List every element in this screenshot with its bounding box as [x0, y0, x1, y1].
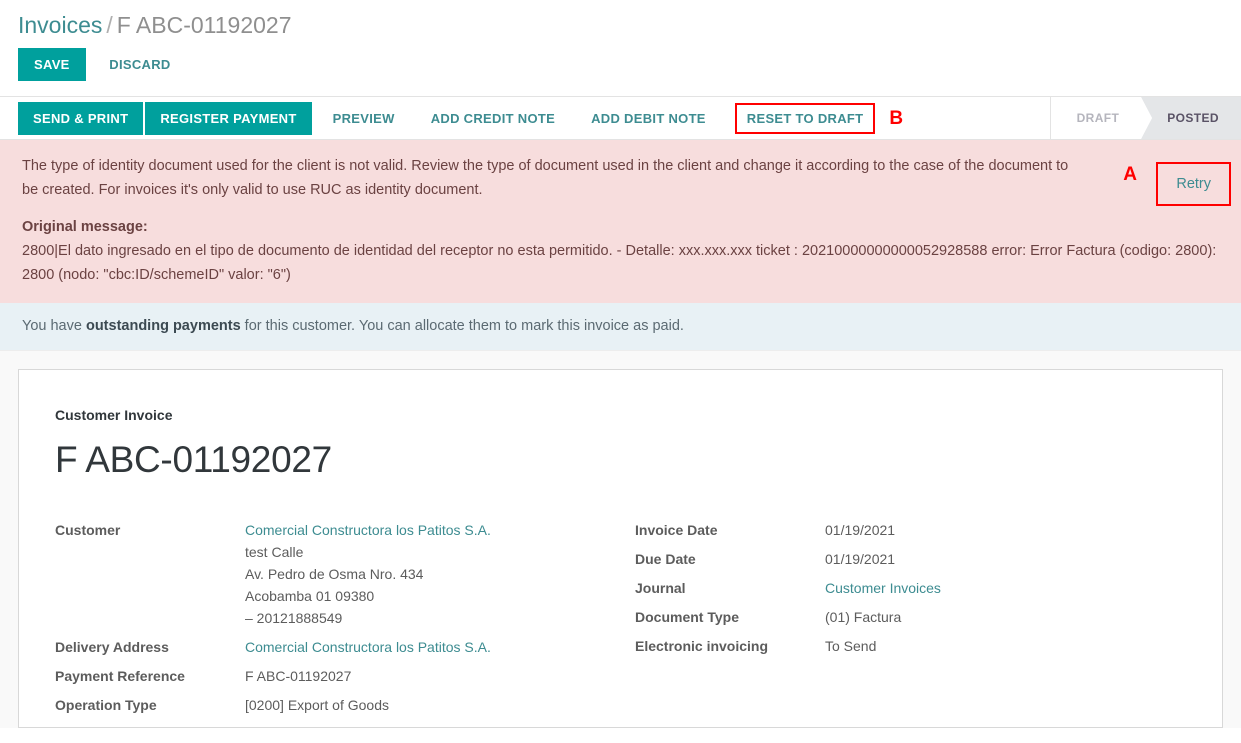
field-journal-value[interactable]: Customer Invoices [825, 577, 941, 599]
field-document-type-value[interactable]: (01) Factura [825, 606, 901, 628]
status-stage-posted[interactable]: POSTED [1141, 97, 1241, 139]
sheet-background: Customer Invoice F ABC-01192027 Customer… [0, 350, 1241, 728]
field-operation-type-label: Operation Type [55, 697, 157, 713]
field-electronic-invoicing: Electronic invoicing To Send [635, 635, 1188, 657]
discard-button[interactable]: DISCARD [99, 48, 180, 81]
action-buttons-group: SEND & PRINT REGISTER PAYMENT PREVIEW AD… [0, 97, 1050, 139]
field-payment-reference-value[interactable]: F ABC-01192027 [245, 665, 351, 687]
error-alert-message: The type of identity document used for t… [22, 158, 1069, 198]
field-delivery-address-label: Delivery Address [55, 639, 169, 655]
add-credit-note-button[interactable]: ADD CREDIT NOTE [416, 102, 570, 135]
status-stage-posted-label: POSTED [1167, 111, 1219, 125]
breadcrumb-separator: / [106, 12, 113, 38]
status-stage-draft-label: DRAFT [1076, 111, 1120, 125]
form-columns: Customer Comercial Constructora los Pati… [55, 519, 1188, 723]
save-button[interactable]: SAVE [18, 48, 86, 81]
preview-button[interactable]: PREVIEW [318, 102, 410, 135]
annotation-label-b: B [889, 107, 904, 129]
customer-vat-line: – 20121888549 [245, 610, 343, 626]
field-operation-type: Operation Type [0200] Export of Goods [55, 694, 635, 716]
customer-address-line-1: test Calle [245, 544, 304, 560]
send-and-print-button[interactable]: SEND & PRINT [18, 101, 144, 135]
outstanding-payments-alert: You have outstanding payments for this c… [0, 303, 1241, 350]
field-electronic-invoicing-value[interactable]: To Send [825, 635, 876, 657]
breadcrumb-root-link[interactable]: Invoices [18, 12, 102, 38]
field-document-type: Document Type (01) Factura [635, 606, 1188, 628]
annotation-label-a: A [1123, 164, 1137, 185]
info-alert-highlight[interactable]: outstanding payments [86, 318, 241, 334]
field-operation-type-value[interactable]: [0200] Export of Goods [245, 694, 389, 716]
form-column-right: Invoice Date 01/19/2021 Due Date 01/19/2… [635, 519, 1188, 723]
customer-name-link[interactable]: Comercial Constructora los Patitos S.A. [245, 519, 491, 541]
field-delivery-address-value[interactable]: Comercial Constructora los Patitos S.A. [245, 636, 491, 658]
field-customer: Customer Comercial Constructora los Pati… [55, 519, 635, 629]
field-payment-reference-label: Payment Reference [55, 668, 185, 684]
error-alert: The type of identity document used for t… [0, 140, 1241, 303]
retry-button[interactable]: Retry [1176, 176, 1211, 192]
page-title[interactable]: F ABC-01192027 [55, 437, 1188, 483]
form-column-left: Customer Comercial Constructora los Pati… [55, 519, 635, 723]
field-customer-label: Customer [55, 522, 121, 538]
field-invoice-date-value[interactable]: 01/19/2021 [825, 519, 895, 541]
breadcrumb-bar: Invoices / F ABC-01192027 [0, 0, 1241, 44]
status-stage-draft[interactable]: DRAFT [1050, 97, 1152, 139]
field-due-date-value[interactable]: 01/19/2021 [825, 548, 895, 570]
customer-address-line-3: Acobamba 01 09380 [245, 588, 375, 604]
info-alert-prefix: You have [22, 318, 86, 334]
breadcrumb: Invoices / F ABC-01192027 [18, 10, 1241, 40]
action-button-bar: SEND & PRINT REGISTER PAYMENT PREVIEW AD… [0, 96, 1241, 140]
field-due-date-label: Due Date [635, 551, 696, 567]
reset-to-draft-button[interactable]: RESET TO DRAFT [734, 102, 876, 134]
sheet-subtitle: Customer Invoice [55, 407, 173, 423]
edit-bar: SAVE DISCARD [0, 44, 1241, 96]
customer-address-line-2: Av. Pedro de Osma Nro. 434 [245, 566, 424, 582]
invoice-sheet: Customer Invoice F ABC-01192027 Customer… [18, 369, 1223, 728]
breadcrumb-current: F ABC-01192027 [116, 12, 292, 38]
field-journal-label: Journal [635, 580, 686, 596]
field-payment-reference: Payment Reference F ABC-01192027 [55, 665, 635, 687]
add-debit-note-button[interactable]: ADD DEBIT NOTE [576, 102, 721, 135]
register-payment-button[interactable]: REGISTER PAYMENT [145, 101, 312, 135]
error-alert-original-label: Original message: [22, 219, 148, 235]
retry-button-annotation-box: Retry [1156, 162, 1231, 206]
field-journal: Journal Customer Invoices [635, 577, 1188, 599]
field-invoice-date-label: Invoice Date [635, 522, 718, 538]
field-due-date: Due Date 01/19/2021 [635, 548, 1188, 570]
field-invoice-date: Invoice Date 01/19/2021 [635, 519, 1188, 541]
info-alert-suffix: for this customer. You can allocate them… [240, 318, 684, 334]
field-electronic-invoicing-label: Electronic invoicing [635, 638, 769, 654]
field-document-type-label: Document Type [635, 609, 739, 625]
error-alert-original-body: 2800|El dato ingresado en el tipo de doc… [22, 243, 1217, 283]
field-customer-value[interactable]: Comercial Constructora los Patitos S.A. … [245, 519, 491, 629]
field-delivery-address: Delivery Address Comercial Constructora … [55, 636, 635, 658]
status-bar: DRAFT POSTED [1049, 97, 1241, 139]
